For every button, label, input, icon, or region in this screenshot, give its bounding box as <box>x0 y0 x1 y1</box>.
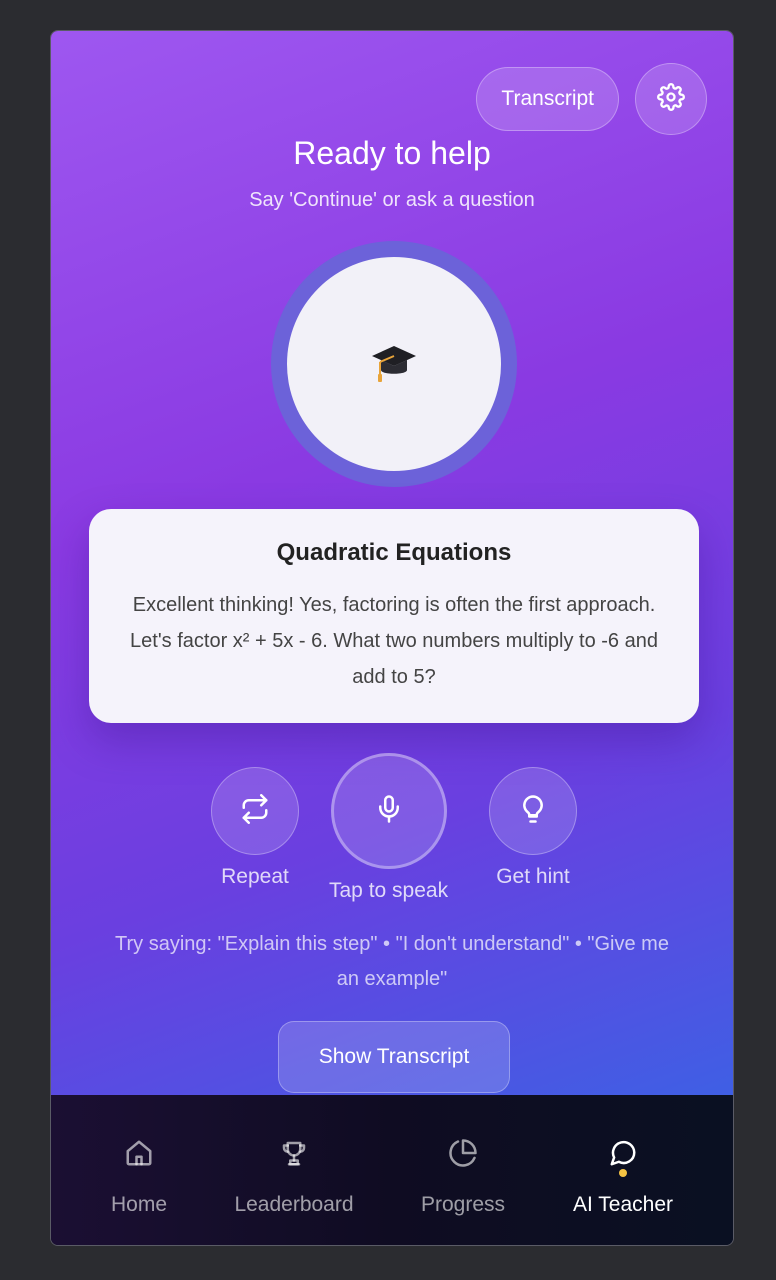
trophy-icon <box>279 1135 309 1171</box>
settings-button[interactable] <box>635 63 707 135</box>
repeat-button[interactable] <box>211 767 299 855</box>
active-indicator-dot <box>619 1169 627 1177</box>
lesson-message: Excellent thinking! Yes, factoring is of… <box>130 594 658 688</box>
avatar-inner <box>287 257 501 471</box>
home-icon <box>124 1135 154 1171</box>
microphone-icon <box>374 794 404 829</box>
app-window: Transcript Ready to help Say 'Continue' … <box>50 30 734 1246</box>
speak-control[interactable]: Tap to speak <box>329 753 448 903</box>
top-actions: Transcript <box>476 63 707 135</box>
show-transcript-button[interactable]: Show Transcript <box>278 1021 510 1093</box>
repeat-icon <box>240 793 270 829</box>
nav-item-home[interactable]: Home <box>99 1095 179 1245</box>
status-subtitle: Say 'Continue' or ask a question <box>249 189 535 211</box>
nav-label-home: Home <box>110 1193 168 1216</box>
nav-label-leaderboard: Leaderboard <box>234 1193 354 1216</box>
lesson-card: Quadratic Equations Excellent thinking! … <box>89 509 699 723</box>
status-title: Ready to help <box>293 135 491 171</box>
repeat-control[interactable]: Repeat <box>211 767 299 889</box>
graduation-cap-icon <box>370 338 418 391</box>
hint-control[interactable]: Get hint <box>489 767 577 889</box>
hint-button[interactable] <box>489 767 577 855</box>
transcript-button[interactable]: Transcript <box>476 67 619 131</box>
bottom-nav: Home Leaderboard Progress AI Teacher <box>51 1095 733 1245</box>
lesson-title: Quadratic Equations <box>276 539 512 566</box>
teacher-avatar <box>271 241 517 487</box>
chat-bubble-icon <box>608 1135 638 1177</box>
gear-icon <box>657 82 685 116</box>
hint-label: Get hint <box>496 865 570 888</box>
pie-chart-icon <box>448 1135 478 1171</box>
microphone-button[interactable] <box>330 753 447 869</box>
speak-label: Tap to speak <box>329 879 449 902</box>
nav-label-ai-teacher: AI Teacher <box>572 1193 673 1216</box>
nav-item-progress[interactable]: Progress <box>413 1095 513 1245</box>
ai-teacher-screen: Transcript Ready to help Say 'Continue' … <box>51 31 733 1095</box>
repeat-label: Repeat <box>221 865 289 888</box>
nav-item-ai-teacher[interactable]: AI Teacher <box>561 1095 685 1245</box>
voice-suggestions: Try saying: "Explain this step" • "I don… <box>115 933 669 990</box>
nav-label-progress: Progress <box>420 1193 506 1216</box>
nav-item-leaderboard[interactable]: Leaderboard <box>221 1095 367 1245</box>
lightbulb-icon <box>518 794 548 829</box>
